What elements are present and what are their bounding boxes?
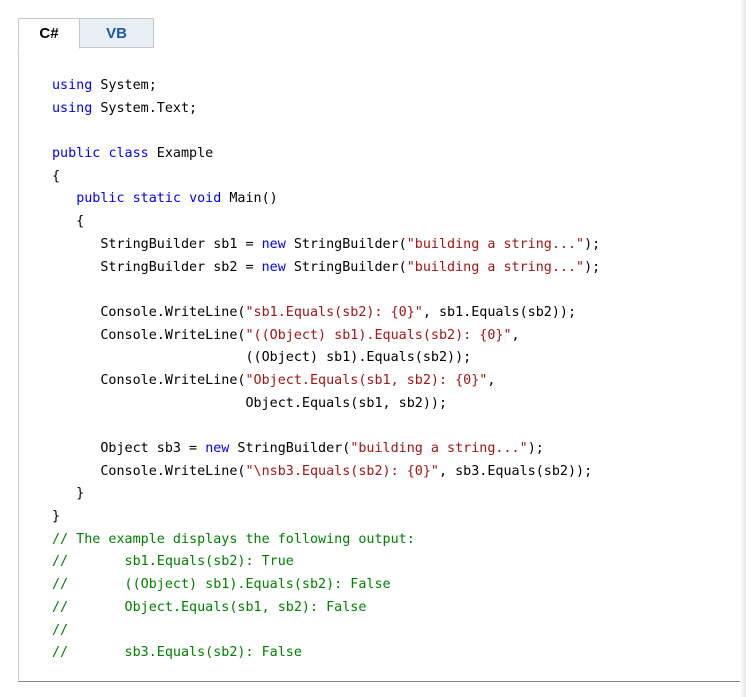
tab-vb[interactable]: VB (80, 18, 154, 48)
code-string: "sb1.Equals(sb2): {0}" (245, 304, 423, 320)
code-text: Main() (221, 191, 278, 207)
code-keyword: class (108, 146, 149, 162)
code-text: } (52, 509, 61, 525)
code-line: // The example displays the following ou… (52, 529, 600, 552)
language-tab-bar: C# VB (18, 18, 741, 49)
code-keyword: public (52, 146, 101, 162)
code-text: Object.Equals(sb1, sb2)); (52, 395, 448, 411)
page-edge-shadow (740, 0, 746, 697)
code-string: "Object.Equals(sb1, sb2): {0}" (245, 372, 488, 388)
code-text: StringBuilder( (285, 236, 407, 252)
code-line: // sb1.Equals(sb2): True (52, 551, 600, 574)
code-keyword: new (261, 236, 286, 252)
code-comment: // The example displays the following ou… (52, 531, 415, 547)
code-text: Example (148, 146, 214, 162)
code-text: Console.WriteLine( (52, 304, 246, 320)
code-line: } (52, 506, 600, 529)
code-text: , (511, 327, 520, 343)
code-text: ((Object) sb1).Equals(sb2)); (52, 350, 472, 366)
code-line: public class Example (52, 143, 600, 166)
code-line: Object.Equals(sb1, sb2)); (52, 393, 600, 416)
code-line: // sb3.Equals(sb2): False (52, 642, 600, 665)
code-line: // (52, 620, 600, 643)
code-keyword: using (52, 78, 93, 93)
code-keyword: static (132, 191, 181, 207)
code-text: StringBuilder sb2 = (52, 259, 262, 275)
code-line: // ((Object) sb1).Equals(sb2): False (52, 574, 600, 597)
code-snippet-container: C# VB using System; using System.Text; pub… (18, 18, 741, 682)
code-line: using System.Text; (52, 98, 600, 121)
code-line: Object sb3 = new StringBuilder("building… (52, 438, 600, 461)
code-keyword: void (189, 191, 222, 207)
code-text: StringBuilder sb1 = (52, 236, 262, 252)
code-string: "\nsb3.Equals(sb2): {0}" (245, 463, 439, 479)
code-text: } (52, 486, 85, 502)
code-text: System; (92, 78, 157, 93)
code-line: Console.WriteLine("Object.Equals(sb1, sb… (52, 370, 600, 393)
code-line: public static void Main() (52, 188, 600, 211)
code-panel: using System; using System.Text; public cl… (18, 48, 741, 682)
code-string: "((Object) sb1).Equals(sb2): {0}" (245, 327, 512, 343)
code-text: Console.WriteLine( (52, 372, 246, 388)
code-comment: // Object.Equals(sb1, sb2): False (52, 599, 367, 615)
code-keyword: public (76, 191, 125, 207)
code-block: using System; using System.Text; public cl… (52, 75, 600, 665)
code-text: ); (527, 441, 544, 456)
code-text: ); (584, 259, 601, 275)
code-string: "building a string..." (350, 441, 528, 456)
code-string: "building a string..." (406, 259, 585, 275)
code-keyword: new (205, 441, 230, 456)
code-keyword: new (261, 259, 286, 275)
code-comment: // sb3.Equals(sb2): False (52, 645, 302, 661)
code-keyword: using (52, 100, 93, 116)
code-text: , (487, 372, 496, 388)
code-comment: // sb1.Equals(sb2): True (52, 554, 294, 570)
tab-csharp[interactable]: C# (18, 18, 80, 49)
code-text: StringBuilder( (285, 259, 407, 275)
code-line: Console.WriteLine("sb1.Equals(sb2): {0}"… (52, 302, 600, 325)
code-line: StringBuilder sb1 = new StringBuilder("b… (52, 234, 600, 257)
code-line: { (52, 166, 600, 189)
code-text: , sb3.Equals(sb2)); (438, 463, 593, 479)
code-line: { (52, 211, 600, 234)
code-text: System.Text; (92, 100, 198, 116)
code-text: Console.WriteLine( (52, 327, 246, 343)
code-line: // Object.Equals(sb1, sb2): False (52, 597, 600, 620)
code-text: StringBuilder( (229, 441, 351, 456)
code-line: Console.WriteLine("((Object) sb1).Equals… (52, 325, 600, 348)
code-text: Object sb3 = (52, 441, 206, 456)
code-line: using System; (52, 75, 600, 98)
code-comment: // ((Object) sb1).Equals(sb2): False (52, 577, 391, 593)
code-text: Console.WriteLine( (52, 463, 246, 479)
code-text: { (52, 168, 61, 184)
code-text: { (52, 214, 85, 230)
code-string: "building a string..." (406, 236, 585, 252)
code-text: , sb1.Equals(sb2)); (422, 304, 577, 320)
code-text: ); (584, 236, 601, 252)
code-line: } (52, 483, 600, 506)
code-line: ((Object) sb1).Equals(sb2)); (52, 347, 600, 370)
code-comment: // (52, 622, 69, 638)
code-line: StringBuilder sb2 = new StringBuilder("b… (52, 257, 600, 280)
code-line: Console.WriteLine("\nsb3.Equals(sb2): {0… (52, 461, 600, 484)
